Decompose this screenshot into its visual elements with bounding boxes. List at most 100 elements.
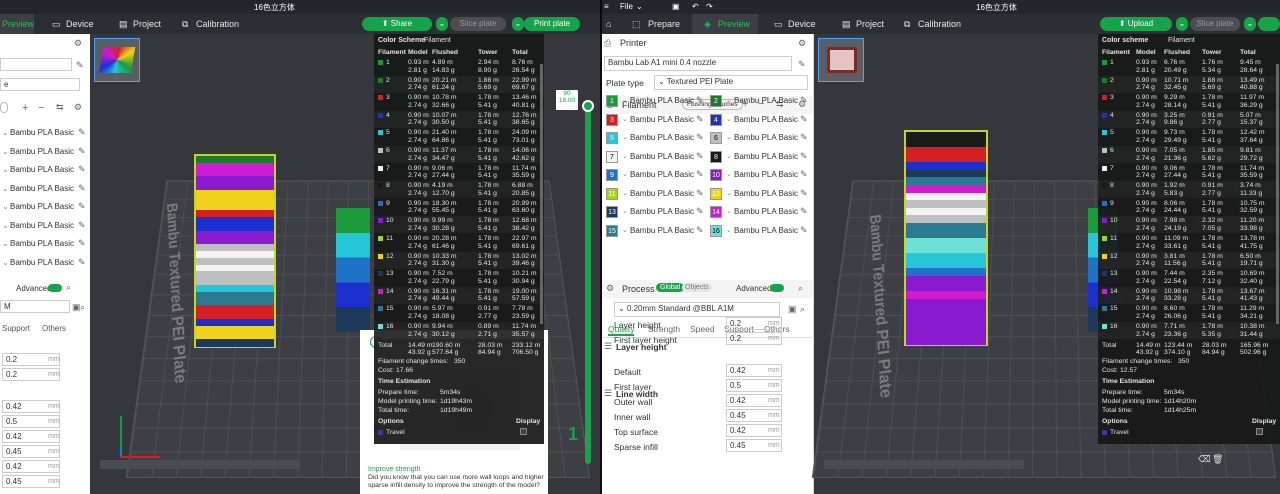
- calibration-icon[interactable]: ⧉: [182, 19, 188, 30]
- edit-icon[interactable]: ✎: [800, 169, 808, 180]
- tab-device[interactable]: Device: [66, 19, 94, 29]
- edit-icon[interactable]: ✎: [800, 114, 808, 125]
- tab-calibration[interactable]: Calibration: [196, 19, 239, 29]
- chevron-down-icon[interactable]: ⌄: [622, 115, 628, 123]
- filament-color-swatch[interactable]: 8: [710, 151, 722, 163]
- chevron-down-icon[interactable]: ⌄: [622, 226, 628, 234]
- tab-support[interactable]: Support: [2, 324, 30, 333]
- filament-color-swatch[interactable]: 12: [710, 188, 722, 200]
- edit-icon[interactable]: ✎: [800, 151, 808, 162]
- advanced-toggle[interactable]: [770, 284, 784, 292]
- advanced-toggle[interactable]: [48, 284, 62, 292]
- chevron-down-icon[interactable]: ⌄: [622, 207, 628, 215]
- calibration-icon[interactable]: ⧉: [904, 19, 910, 30]
- tab-speed[interactable]: Speed: [690, 324, 715, 334]
- filament-slot[interactable]: 16 ⌄ Bambu PLA Basic ✎: [708, 222, 812, 240]
- filament-slot[interactable]: 12 ⌄ Bambu PLA Basic ✎: [708, 185, 812, 203]
- upload-dropdown-button[interactable]: ⌄: [1176, 17, 1188, 31]
- tab-project[interactable]: Project: [133, 19, 161, 29]
- horizontal-slider[interactable]: [100, 460, 300, 469]
- filament-color-swatch[interactable]: 14: [710, 206, 722, 218]
- chevron-down-icon[interactable]: ⌄: [2, 128, 9, 137]
- horizontal-slider[interactable]: [824, 460, 1024, 469]
- filament-color-swatch[interactable]: 9: [606, 169, 618, 181]
- global-toggle[interactable]: Global: [656, 283, 684, 292]
- chevron-down-icon[interactable]: ⌄: [726, 226, 732, 234]
- undo-icon[interactable]: ↶: [692, 2, 699, 11]
- file-menu[interactable]: File: [620, 2, 633, 11]
- color-scheme-mode-select[interactable]: Filament: [1168, 37, 1195, 44]
- device-icon[interactable]: ▭: [52, 19, 61, 30]
- filament-slot[interactable]: 13 ⌄ Bambu PLA Basic ✎: [604, 203, 708, 221]
- edit-icon[interactable]: ✎: [696, 206, 704, 217]
- gear-icon[interactable]: ⚙: [74, 102, 82, 113]
- edit-icon[interactable]: ✎: [78, 238, 86, 249]
- chevron-down-icon[interactable]: ⌄: [636, 2, 643, 11]
- edit-icon[interactable]: ✎: [800, 188, 808, 199]
- filament-row[interactable]: ⌄ Bambu PLA Basic ✎: [0, 235, 90, 253]
- filament-color-swatch[interactable]: 3: [606, 114, 618, 126]
- filament-slot[interactable]: 7 ⌄ Bambu PLA Basic ✎: [604, 148, 708, 166]
- flushing-volumes-button[interactable]: [0, 102, 8, 113]
- filament-row[interactable]: ⌄ Bambu PLA Basic ✎: [0, 217, 90, 235]
- filament-color-swatch[interactable]: 13: [606, 206, 618, 218]
- filament-slot[interactable]: 14 ⌄ Bambu PLA Basic ✎: [708, 203, 812, 221]
- edit-icon[interactable]: ✎: [800, 132, 808, 143]
- gear-icon[interactable]: ⚙: [74, 38, 82, 49]
- filament-slot[interactable]: 10 ⌄ Bambu PLA Basic ✎: [708, 166, 812, 184]
- chevron-down-icon[interactable]: ⌄: [726, 152, 732, 160]
- sync-icon[interactable]: ⇆: [56, 102, 64, 113]
- filament-row[interactable]: ⌄ Bambu PLA Basic ✎: [0, 161, 90, 179]
- objects-toggle[interactable]: Objects: [682, 283, 712, 292]
- edit-icon[interactable]: ✎: [696, 169, 704, 180]
- share-button[interactable]: ⬆ Share: [362, 17, 432, 31]
- filament-row[interactable]: ⌄ Bambu PLA Basic ✎: [0, 254, 90, 272]
- chevron-down-icon[interactable]: ⌄: [726, 207, 732, 215]
- filament-slot[interactable]: 4 ⌄ Bambu PLA Basic ✎: [708, 111, 812, 129]
- print-dropdown-button[interactable]: ⌄: [512, 17, 524, 31]
- slice-plate-button[interactable]: Slice plate: [1190, 17, 1240, 31]
- chevron-down-icon[interactable]: ⌄: [726, 96, 732, 104]
- edit-icon[interactable]: ✎: [78, 127, 86, 138]
- filament-slot[interactable]: 1 ⌄ Bambu PLA Basic ✎: [604, 92, 708, 110]
- search-icon[interactable]: ⌕: [800, 304, 805, 315]
- project-icon[interactable]: ▤: [119, 19, 128, 30]
- edit-icon[interactable]: ✎: [76, 60, 84, 71]
- share-dropdown-button[interactable]: ⌄: [436, 17, 448, 31]
- plate-type-select[interactable]: ⌄ Textured PEI Plate: [654, 75, 808, 90]
- travel-display-checkbox[interactable]: [520, 428, 527, 435]
- filament-row[interactable]: ⌄ Bambu PLA Basic ✎: [0, 124, 90, 142]
- filament-color-swatch[interactable]: 10: [710, 169, 722, 181]
- chevron-down-icon[interactable]: ⌄: [2, 147, 9, 156]
- edit-icon[interactable]: ✎: [800, 225, 808, 236]
- tab-device[interactable]: Device: [788, 19, 816, 29]
- filament-slot[interactable]: 6 ⌄ Bambu PLA Basic ✎: [708, 129, 812, 147]
- process-profile-select[interactable]: M: [0, 300, 70, 313]
- layer-slider[interactable]: [585, 104, 591, 464]
- search-icon[interactable]: ⌕: [66, 282, 71, 293]
- edit-icon[interactable]: ✎: [78, 146, 86, 157]
- edit-icon[interactable]: ✎: [696, 132, 704, 143]
- chevron-down-icon[interactable]: ⌄: [622, 133, 628, 141]
- prepare-icon[interactable]: ⬚: [632, 19, 641, 30]
- search-icon[interactable]: ⌕: [798, 283, 803, 294]
- travel-display-checkbox[interactable]: [1256, 428, 1263, 435]
- filament-slot[interactable]: 3 ⌄ Bambu PLA Basic ✎: [604, 111, 708, 129]
- edit-icon[interactable]: ✎: [696, 95, 704, 106]
- filament-slot[interactable]: 5 ⌄ Bambu PLA Basic ✎: [604, 129, 708, 147]
- device-icon[interactable]: ▭: [774, 19, 783, 30]
- gear-icon[interactable]: ⚙: [798, 38, 806, 49]
- filament-color-swatch[interactable]: 7: [606, 151, 618, 163]
- preview-icon[interactable]: ◈: [704, 19, 711, 30]
- chevron-down-icon[interactable]: ⌄: [2, 258, 9, 267]
- edit-icon[interactable]: ✎: [798, 59, 806, 70]
- edit-icon[interactable]: ✎: [78, 164, 86, 175]
- save-icon[interactable]: ▣: [672, 2, 680, 11]
- tab-prepare[interactable]: Prepare: [648, 19, 680, 29]
- scrollbar[interactable]: [540, 64, 543, 324]
- filament-slot[interactable]: 2 ⌄ Bambu PLA Basic ✎: [708, 92, 812, 110]
- filament-color-swatch[interactable]: 1: [606, 95, 618, 107]
- menu-icon[interactable]: ≡: [604, 2, 609, 11]
- model-layers-preview[interactable]: [194, 154, 276, 348]
- filament-row[interactable]: ⌄ Bambu PLA Basic ✎: [0, 143, 90, 161]
